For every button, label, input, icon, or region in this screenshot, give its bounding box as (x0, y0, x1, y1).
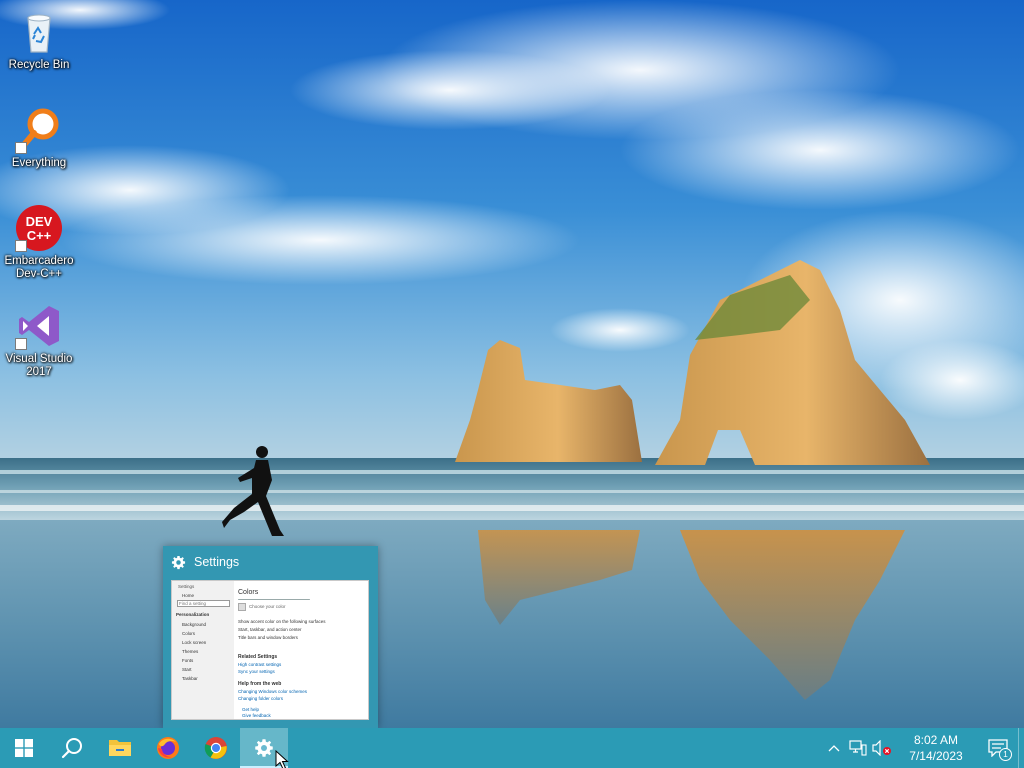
desktop-icon-label: Recycle Bin (8, 59, 70, 71)
desktop-icon-devcpp[interactable]: DEV C++ Embarcadero Dev-C++ (2, 204, 76, 281)
shortcut-arrow-icon (15, 338, 27, 350)
devcpp-icon: DEV C++ (15, 204, 63, 252)
shortcut-arrow-icon (15, 240, 27, 252)
search-icon (61, 738, 82, 759)
thumbnail-heading: Colors (238, 589, 259, 596)
preview-header: Settings (163, 546, 378, 578)
desktop-icon-label: Embarcadero Dev-C++ (4, 255, 74, 280)
thumbnail-section: Personalization (176, 612, 210, 617)
devcpp-logo-text: C++ (27, 228, 52, 243)
network-icon (849, 740, 867, 756)
preview-thumbnail[interactable]: Settings Home Find a setting Personaliza… (171, 580, 369, 720)
desktop-icon-label: Visual Studio 2017 (5, 353, 73, 378)
taskbar-preview-settings[interactable]: Settings Settings Home Find a setting Pe… (163, 546, 378, 728)
magnifier-icon (15, 106, 63, 154)
recycle-bin-icon (15, 8, 63, 56)
volume-muted-icon (872, 740, 891, 756)
thumbnail-link: Changing Windows color schemes (238, 689, 308, 694)
show-desktop-button[interactable] (1018, 728, 1024, 768)
show-hidden-icons-button[interactable] (822, 728, 846, 768)
volume-button[interactable] (870, 728, 894, 768)
thumbnail-link: Give feedback (242, 713, 271, 718)
thumbnail-nav-item: Themes (182, 649, 199, 654)
thumbnail-nav-item: Start (182, 667, 192, 672)
thumbnail-divider (238, 599, 310, 600)
thumbnail-color-swatch (238, 603, 246, 611)
devcpp-logo-text: DEV (26, 214, 53, 229)
gear-icon (171, 555, 186, 569)
clock[interactable]: 8:02 AM 7/14/2023 (898, 732, 974, 764)
desktop-icon-label: Everything (11, 157, 67, 169)
thumbnail-help-heading: Help from the web (238, 681, 282, 687)
thumbnail-nav-item: Taskbar (182, 676, 198, 681)
mouse-cursor-icon (275, 750, 289, 768)
windows-logo-icon (15, 739, 33, 757)
thumbnail-window-title: Settings (178, 584, 195, 589)
file-explorer-button[interactable] (96, 728, 144, 768)
system-tray: 8:02 AM 7/14/2023 1 (822, 728, 1024, 768)
chrome-button[interactable] (192, 728, 240, 768)
start-button[interactable] (0, 728, 48, 768)
thumbnail-home: Home (182, 593, 195, 598)
thumbnail-link: Changing folder colors (238, 696, 284, 701)
network-button[interactable] (846, 728, 870, 768)
thumbnail-option: Start, taskbar, and action center (238, 627, 302, 632)
thumbnail-link: High contrast settings (238, 662, 282, 667)
thumbnail-option: Title bars and window borders (238, 635, 298, 640)
thumbnail-link: Get help (242, 707, 260, 712)
thumbnail-nav-item: Fonts (182, 658, 194, 663)
search-button[interactable] (48, 728, 96, 768)
thumbnail-choose-color: Choose your color (249, 604, 286, 609)
thumbnail-search-box: Find a setting (177, 600, 230, 607)
notification-badge: 1 (999, 748, 1012, 761)
chrome-icon (204, 737, 227, 759)
thumbnail-link: Sync your settings (238, 669, 275, 674)
gear-icon (255, 739, 273, 757)
preview-title: Settings (194, 555, 240, 569)
thumbnail-nav-item: Lock screen (182, 640, 207, 645)
chevron-up-icon (828, 745, 840, 752)
firefox-button[interactable] (144, 728, 192, 768)
taskbar: 8:02 AM 7/14/2023 1 (0, 728, 1024, 768)
thumbnail-nav-item: Background (182, 622, 207, 627)
thumbnail-option: Show accent color on the following surfa… (238, 619, 326, 624)
clock-date: 7/14/2023 (909, 749, 963, 763)
folder-icon (109, 740, 131, 756)
action-center-button[interactable]: 1 (978, 728, 1018, 768)
desktop-icon-visual-studio[interactable]: Visual Studio 2017 (2, 302, 76, 379)
thumbnail-related-heading: Related Settings (238, 654, 278, 660)
thumbnail-nav-item: Colors (182, 631, 196, 636)
visual-studio-icon (15, 302, 63, 350)
clock-time: 8:02 AM (913, 733, 959, 747)
firefox-icon (157, 737, 179, 759)
desktop-wallpaper (0, 0, 1024, 728)
desktop-icon-recycle-bin[interactable]: Recycle Bin (2, 8, 76, 72)
desktop-icon-everything[interactable]: Everything (2, 106, 76, 170)
shortcut-arrow-icon (15, 142, 27, 154)
